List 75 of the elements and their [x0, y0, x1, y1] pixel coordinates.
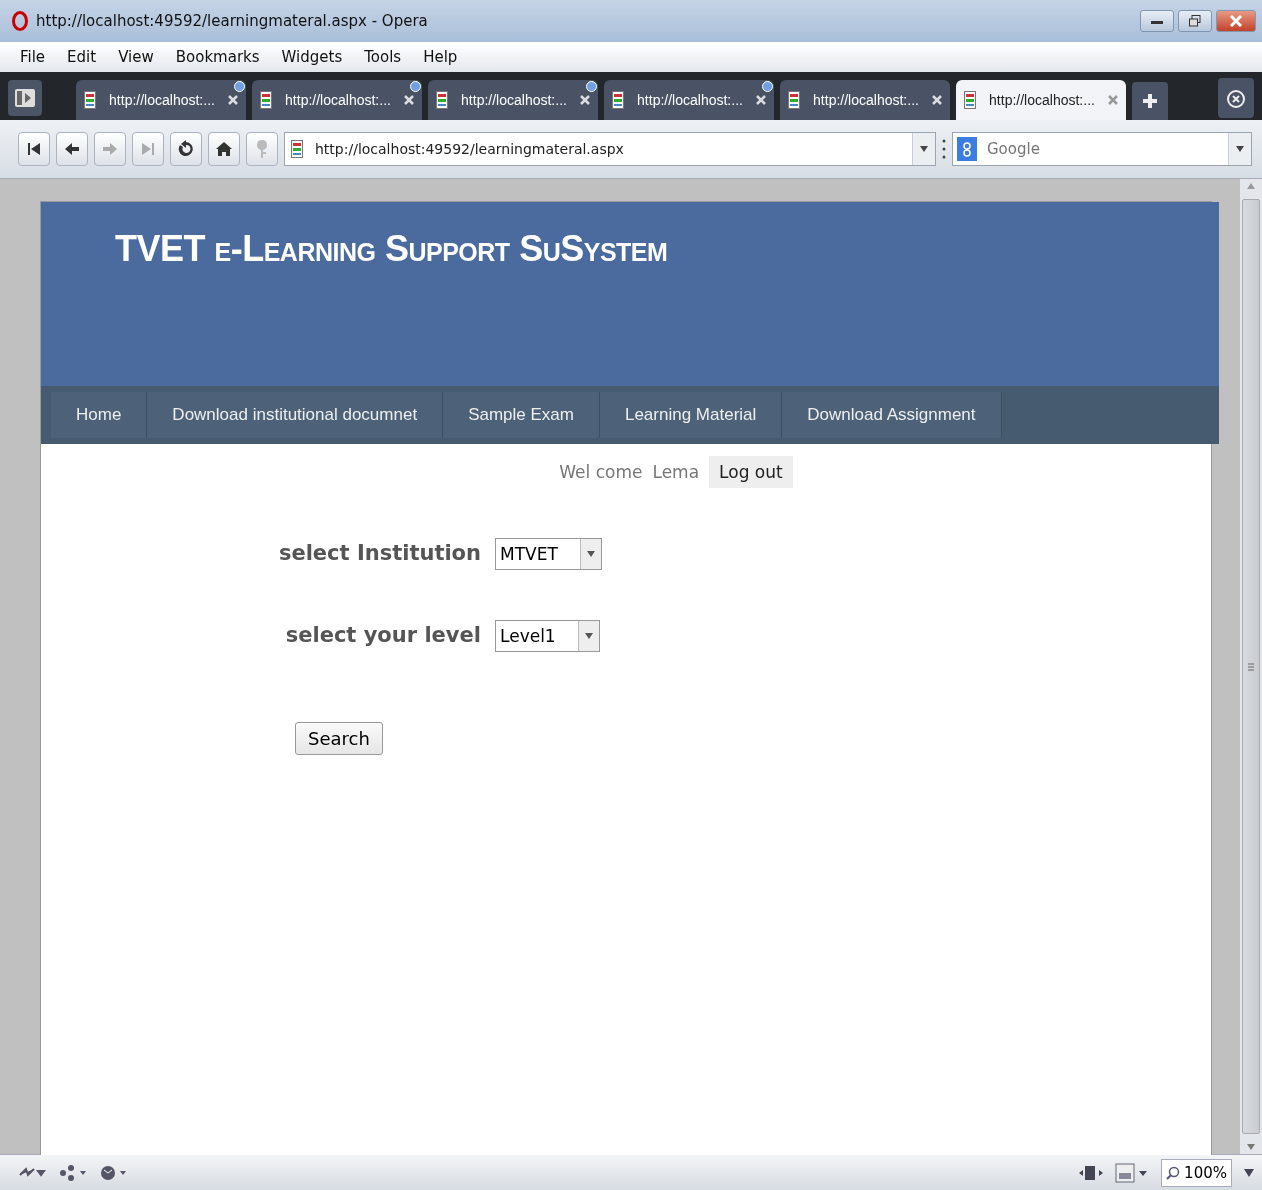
- menu-item[interactable]: File: [10, 48, 58, 66]
- page-icon: [612, 91, 624, 109]
- menu-item[interactable]: Bookmarks: [165, 48, 272, 66]
- reload-icon: [177, 140, 195, 158]
- site-title: TVET e-Learning Support SuSystem: [115, 228, 668, 269]
- menu-item[interactable]: Widgets: [271, 48, 355, 66]
- dropdown-arrow-icon[interactable]: [1244, 1168, 1254, 1177]
- user-name: Lema: [652, 462, 700, 482]
- page-icon: [436, 91, 448, 109]
- panel-toggle-button[interactable]: [8, 80, 42, 116]
- panel-icon[interactable]: [1079, 1163, 1104, 1182]
- closed-tabs-button[interactable]: [1218, 78, 1254, 118]
- nav-link[interactable]: Sample Exam: [443, 392, 600, 438]
- restore-icon: [1189, 15, 1201, 27]
- image-icon[interactable]: [1115, 1162, 1150, 1183]
- rewind-button[interactable]: [18, 132, 50, 166]
- search-engine-icon: [957, 137, 977, 161]
- welcome-text: Wel come: [559, 462, 643, 482]
- dropdown-arrow-icon: [586, 551, 595, 557]
- select-field[interactable]: Level1: [495, 620, 600, 652]
- address-field[interactable]: http://localhost:49592/learningmateral.aspx: [313, 140, 902, 158]
- minimize-icon: [1151, 18, 1163, 24]
- forward-icon: [101, 140, 119, 158]
- window-title: http://localhost:49592/learningmateral.aspx - Opera: [36, 12, 429, 30]
- scroll-down-icon[interactable]: [1247, 1144, 1255, 1150]
- circled-x-icon: [1225, 87, 1247, 109]
- zoom-control[interactable]: 100%: [1161, 1158, 1232, 1187]
- menu-item[interactable]: Edit: [57, 48, 109, 66]
- grip-icon: [942, 138, 946, 160]
- nav-link[interactable]: Download Assignment: [782, 392, 1002, 438]
- search-bar[interactable]: Google: [952, 132, 1252, 166]
- address-bar[interactable]: http://localhost:49592/learningmateral.aspx: [284, 132, 936, 166]
- menu-item[interactable]: View: [108, 48, 166, 66]
- dropdown-arrow-icon: [584, 633, 593, 639]
- close-tab-icon[interactable]: [1108, 95, 1118, 105]
- page-icon: [260, 91, 272, 109]
- magnifier-icon: [1166, 1165, 1181, 1180]
- fast-forward-icon: [139, 140, 157, 158]
- back-icon: [63, 140, 81, 158]
- browser-tab[interactable]: http://localhost:...: [956, 80, 1126, 120]
- search-button[interactable]: Search: [295, 722, 383, 755]
- home-button[interactable]: [208, 132, 240, 166]
- restore-button[interactable]: [1178, 10, 1212, 32]
- menu-item[interactable]: Help: [413, 48, 470, 66]
- page-icon: [291, 140, 303, 158]
- plus-icon: [1142, 93, 1158, 109]
- back-button[interactable]: [56, 132, 88, 166]
- opera-logo-icon: [12, 11, 28, 31]
- reload-button[interactable]: [170, 132, 202, 166]
- page-icon: [84, 91, 96, 109]
- field-label: select Institution: [277, 540, 481, 568]
- close-button[interactable]: [1216, 10, 1256, 32]
- nav-link[interactable]: Home: [51, 392, 148, 438]
- field-label: select your level: [284, 622, 481, 650]
- select-field[interactable]: MTVET: [495, 538, 602, 570]
- grip-icon: [1248, 662, 1254, 671]
- browser-tab[interactable]: http://localhost:...: [604, 80, 774, 120]
- browser-tab[interactable]: http://localhost:...: [76, 80, 246, 120]
- share-icon[interactable]: [58, 1163, 88, 1182]
- minimize-button[interactable]: [1140, 10, 1174, 32]
- rewind-icon: [25, 140, 43, 158]
- browser-tab[interactable]: http://localhost:...: [780, 80, 950, 120]
- nav-link[interactable]: Download institutional documnet: [147, 392, 444, 438]
- close-icon: [1230, 15, 1242, 27]
- nav-link[interactable]: Learning Material: [599, 392, 783, 438]
- browser-tab[interactable]: http://localhost:...: [252, 80, 422, 120]
- home-icon: [215, 140, 233, 158]
- page-icon: [964, 91, 976, 109]
- menu-item[interactable]: Tools: [354, 48, 414, 66]
- scroll-thumb[interactable]: [1242, 199, 1260, 1134]
- new-tab-button[interactable]: [1132, 82, 1168, 120]
- page-icon: [788, 91, 800, 109]
- logout-link[interactable]: Log out: [709, 456, 793, 488]
- panel-icon: [15, 89, 35, 107]
- browser-tab[interactable]: http://localhost:...: [428, 80, 598, 120]
